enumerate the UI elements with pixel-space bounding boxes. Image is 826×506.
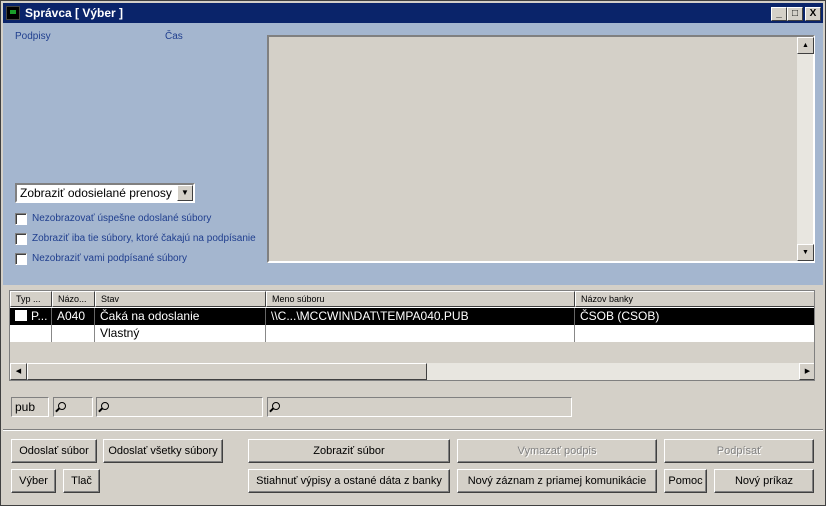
window-title: Správca [ Výber ]	[25, 6, 124, 20]
sign-button[interactable]: Podpísať	[664, 439, 814, 463]
send-file-button[interactable]: Odoslať súbor	[11, 439, 97, 463]
send-all-files-button[interactable]: Odoslať všetky súbory	[103, 439, 223, 463]
app-icon	[6, 6, 20, 20]
scroll-up-icon[interactable]: ▲	[797, 37, 814, 54]
show-file-button[interactable]: Zobraziť súbor	[248, 439, 450, 463]
table-cell-filename: \\C...\MCCWIN\DAT\TEMPA040.PUB	[266, 308, 575, 325]
scrollbar-thumb[interactable]	[27, 363, 427, 380]
checkbox-label: Zobraziť iba tie súbory, ktoré čakajú na…	[32, 233, 256, 244]
scroll-down-icon[interactable]: ▼	[797, 244, 814, 261]
main-window: Správca [ Výber ] _ □ X Podpisy Čas ▲ ▼ …	[0, 0, 826, 506]
preview-scrollbar[interactable]: ▲ ▼	[796, 37, 814, 261]
search-icon	[272, 402, 280, 410]
close-button[interactable]: X	[805, 7, 821, 21]
filter-panel: Podpisy Čas ▲ ▼ Zobraziť odosielané pren…	[3, 23, 823, 285]
checkbox-label: Nezobraziť vami podpísané súbory	[32, 253, 187, 264]
row-checkbox[interactable]	[15, 310, 27, 321]
table-header: Typ ... Názo... Stav Meno súboru Názov b…	[10, 291, 814, 307]
column-header-name[interactable]: Názo...	[52, 291, 95, 307]
table-row[interactable]: P... A040 Čaká na odoslanie \\C...\MCCWI…	[10, 308, 814, 325]
select-button[interactable]: Výber	[11, 469, 56, 493]
minimize-button[interactable]: _	[771, 7, 787, 21]
transfer-filter-value: Zobraziť odosielané prenosy	[20, 186, 172, 200]
table-cell-status: Čaká na odoslanie	[95, 308, 266, 325]
new-record-button[interactable]: Nový záznam z priamej komunikácie	[457, 469, 657, 493]
extension-field[interactable]: pub	[11, 397, 49, 417]
checkbox-label: Nezobrazovať úspešne odoslané súbory	[32, 213, 212, 224]
new-order-button[interactable]: Nový príkaz	[714, 469, 814, 493]
signatures-label: Podpisy	[15, 31, 51, 42]
transfer-filter-select[interactable]: Zobraziť odosielané prenosy ▼	[15, 183, 195, 203]
table-cell-type	[10, 325, 52, 342]
time-label: Čas	[165, 31, 183, 42]
table-cell-filename	[266, 325, 575, 342]
column-header-filename[interactable]: Meno súboru	[266, 291, 575, 307]
search-field-name[interactable]	[53, 397, 93, 417]
search-icon	[101, 402, 109, 410]
search-field-status[interactable]	[96, 397, 263, 417]
separator	[3, 429, 823, 431]
column-header-bank[interactable]: Názov banky	[575, 291, 814, 307]
search-icon	[58, 402, 66, 410]
search-field-filename[interactable]	[267, 397, 572, 417]
scroll-left-icon[interactable]: ◀	[10, 363, 27, 380]
table-cell-bank	[575, 325, 814, 342]
download-statements-button[interactable]: Stiahnuť výpisy a ostané dáta z banky	[248, 469, 450, 493]
table-cell-name	[52, 325, 95, 342]
table-cell-status: Vlastný	[95, 325, 266, 342]
table-empty-area	[10, 342, 814, 365]
preview-pane: ▲ ▼	[267, 35, 815, 263]
help-button[interactable]: Pomoc	[664, 469, 707, 493]
table-row[interactable]: Vlastný	[10, 325, 814, 342]
column-header-status[interactable]: Stav	[95, 291, 266, 307]
table-cell-type: P...	[10, 308, 52, 325]
scroll-right-icon[interactable]: ▶	[799, 363, 814, 380]
checkbox-box[interactable]	[15, 233, 27, 245]
checkbox-box[interactable]	[15, 213, 27, 225]
delete-signature-button[interactable]: Vymazať podpis	[457, 439, 657, 463]
table-cell-bank: ČSOB (CSOB)	[580, 309, 660, 323]
table-cell-type-text: P...	[31, 309, 48, 323]
table-horizontal-scrollbar[interactable]: ◀ ▶	[10, 363, 814, 380]
chevron-down-icon[interactable]: ▼	[177, 185, 193, 201]
maximize-button[interactable]: □	[787, 7, 803, 21]
print-button[interactable]: Tlač	[63, 469, 100, 493]
checkbox-box[interactable]	[15, 253, 27, 265]
transfers-table: Typ ... Názo... Stav Meno súboru Názov b…	[9, 290, 815, 381]
table-cell-name: A040	[52, 308, 95, 325]
column-header-type[interactable]: Typ ...	[10, 291, 52, 307]
title-bar: Správca [ Výber ] _ □ X	[3, 3, 823, 23]
